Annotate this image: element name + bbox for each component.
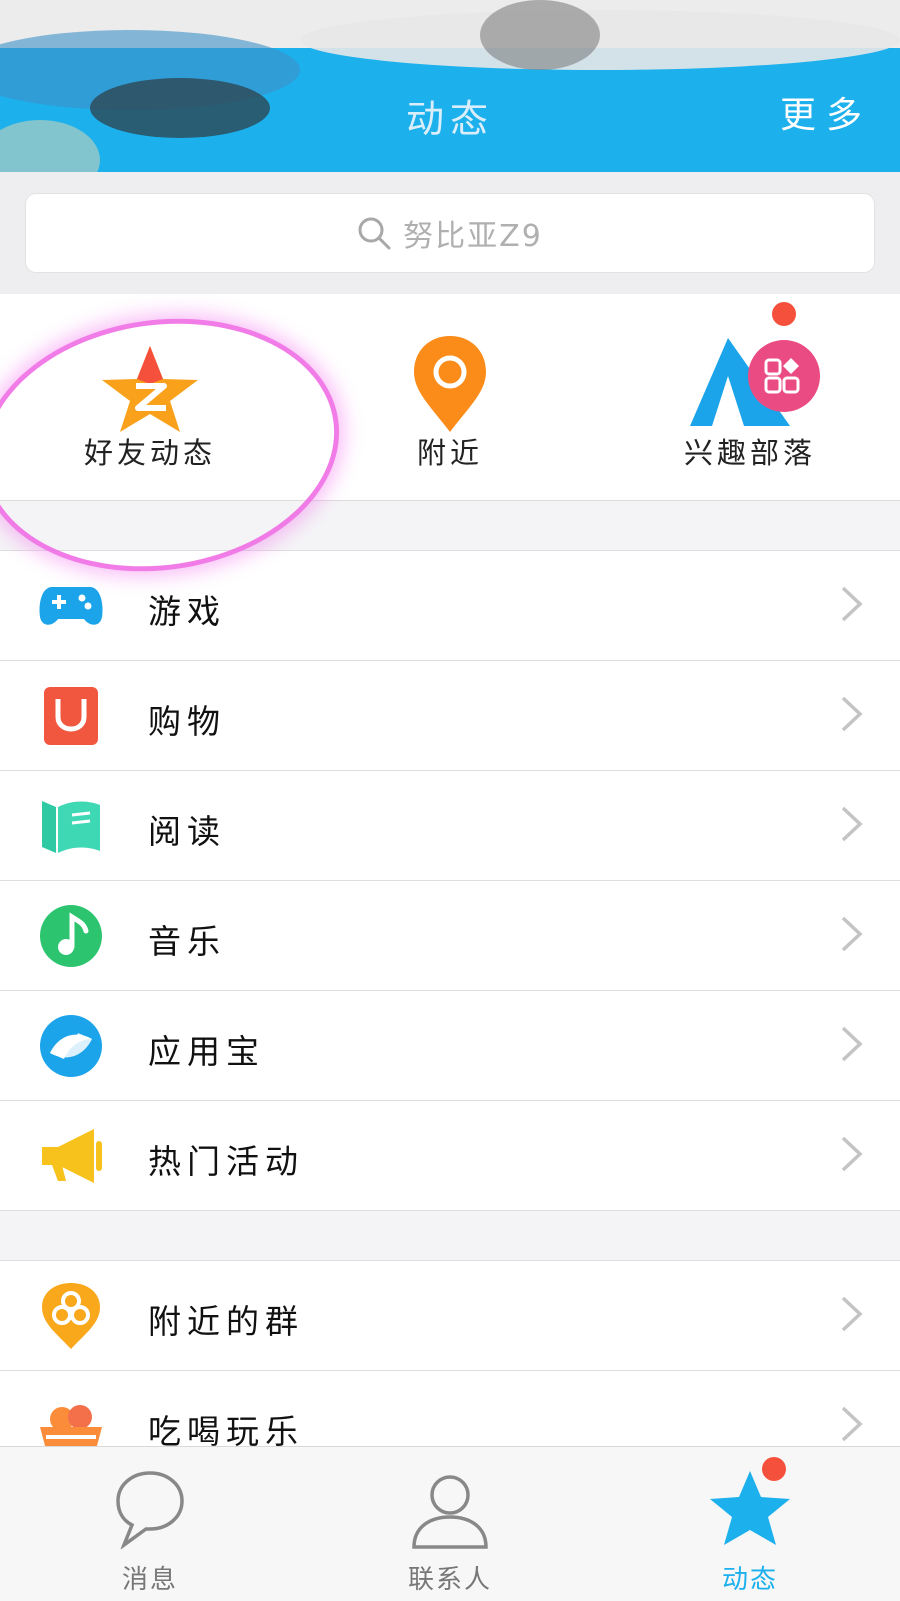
shopping-bag-icon (44, 687, 98, 745)
menu-item-label: 游戏 (148, 592, 226, 631)
tab-label: 消息 (121, 1565, 178, 1595)
page-title: 动态 (405, 97, 494, 141)
quick-action-label: 附近 (416, 436, 483, 470)
chevron-right-icon (841, 1406, 863, 1442)
search-placeholder: 努比亚Z9 (403, 219, 543, 254)
more-button[interactable]: 更多 (780, 86, 872, 138)
tab-contacts[interactable]: 联系人 (300, 1447, 600, 1601)
tab-label: 动态 (721, 1565, 778, 1595)
music-icon (40, 905, 102, 967)
notification-dot (762, 1457, 786, 1481)
search-icon (358, 217, 391, 250)
chevron-right-icon (841, 586, 863, 622)
search-input[interactable]: 努比亚Z9 (26, 194, 874, 272)
header-bar: 动态 更多 (0, 0, 900, 172)
chat-bubble-icon (116, 1471, 184, 1549)
nearby-group-icon (42, 1283, 100, 1349)
menu-item-nearby-groups[interactable]: 附近的群 (0, 1261, 900, 1371)
book-icon (42, 801, 100, 853)
menu-item-label: 购物 (148, 702, 226, 741)
search-area: 努比亚Z9 (0, 172, 900, 294)
menu-item-label: 热门活动 (148, 1142, 304, 1181)
quick-action-tribe[interactable]: 兴趣部落 (600, 294, 900, 500)
app-store-icon (40, 1015, 102, 1077)
menu-item-hot-events[interactable]: 热门活动 (0, 1101, 900, 1211)
chevron-right-icon (841, 1026, 863, 1062)
menu-item-app-store[interactable]: 应用宝 (0, 991, 900, 1101)
menu-item-label: 应用宝 (148, 1032, 265, 1071)
chevron-right-icon (841, 1296, 863, 1332)
gamepad-icon (39, 587, 103, 625)
chevron-right-icon (841, 1136, 863, 1172)
menu-item-label: 阅读 (148, 812, 226, 851)
quick-action-nearby[interactable]: 附近 (300, 294, 600, 500)
contact-person-icon (412, 1475, 488, 1549)
notification-dot (772, 302, 796, 326)
menu-section-services: 游戏 购物 阅读 音乐 应用宝 热门活动 (0, 550, 900, 1211)
menu-item-label: 附近的群 (148, 1302, 304, 1341)
bottom-tab-bar: 消息 联系人 动态 (0, 1446, 900, 1601)
menu-item-label: 音乐 (148, 922, 226, 961)
location-pin-icon (414, 336, 486, 432)
star-icon (710, 1471, 790, 1545)
tab-label: 联系人 (407, 1565, 492, 1595)
chevron-right-icon (841, 806, 863, 842)
chevron-right-icon (841, 916, 863, 952)
menu-item-reading[interactable]: 阅读 (0, 771, 900, 881)
tribe-tent-icon (690, 338, 820, 426)
tab-feed[interactable]: 动态 (600, 1447, 900, 1601)
quick-action-label: 兴趣部落 (683, 436, 816, 470)
megaphone-icon (42, 1129, 102, 1183)
chevron-right-icon (841, 696, 863, 732)
menu-item-shopping[interactable]: 购物 (0, 661, 900, 771)
tab-messages[interactable]: 消息 (0, 1447, 300, 1601)
menu-item-music[interactable]: 音乐 (0, 881, 900, 991)
